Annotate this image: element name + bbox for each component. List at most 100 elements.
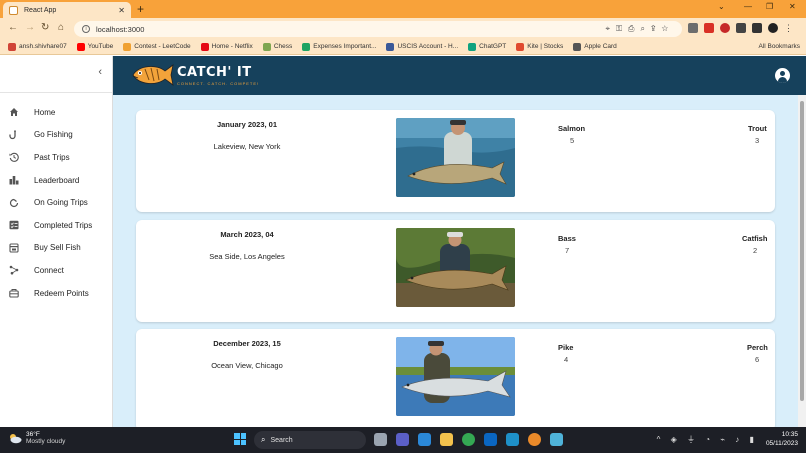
clock-time: 10:35 <box>781 431 798 438</box>
catch-fish-name: Perch <box>747 343 768 352</box>
catch-count: 6 <box>755 355 760 364</box>
react-favicon-icon <box>9 5 18 15</box>
history-icon <box>9 152 19 163</box>
sidebar-item-redeem-points[interactable]: Redeem Points <box>0 282 112 305</box>
sidebar-item-label: Buy Sell Fish <box>34 243 81 253</box>
todo-icon[interactable] <box>418 433 431 446</box>
catch-fish-name: Pike <box>558 343 574 352</box>
windows-start-icon[interactable] <box>234 433 246 445</box>
tab-close-icon[interactable]: ✕ <box>118 6 125 15</box>
sidebar-item-label: Go Fishing <box>34 130 73 140</box>
system-tray: ^ ◈ ⏚ ◔ ⌁ ♪ ▮ 10:35 05/11/2023 <box>657 430 798 448</box>
sidebar-item-leaderboard[interactable]: Leaderboard <box>0 169 112 192</box>
back-arrow-icon[interactable]: ← <box>8 22 18 33</box>
chrome-active-icon[interactable] <box>528 433 541 446</box>
extension-icon[interactable] <box>688 23 698 33</box>
clock[interactable]: 10:35 05/11/2023 <box>766 430 798 448</box>
scrollbar[interactable] <box>798 95 806 427</box>
puzzle-icon[interactable] <box>736 23 746 33</box>
bookmark-item[interactable]: YouTube <box>76 42 113 51</box>
sidebar-item-connect[interactable]: Connect <box>0 259 112 282</box>
sidebar-item-past-trips[interactable]: Past Trips <box>0 146 112 169</box>
sidebar-item-home[interactable]: Home <box>0 101 112 124</box>
ongoing-icon <box>9 198 19 208</box>
kebab-menu-icon[interactable]: ⋮ <box>784 23 793 34</box>
catch-fish-name: Catfish <box>742 234 768 243</box>
brand-logo[interactable]: CATCH' IT CONNECT. CATCH. COMPETE! <box>131 61 259 89</box>
new-tab-button[interactable]: + <box>137 2 144 16</box>
teams-icon[interactable] <box>396 433 409 446</box>
catch-count: 4 <box>564 355 569 364</box>
sidebar-item-buy-sell-fish[interactable]: Buy Sell Fish <box>0 237 112 260</box>
apple-icon <box>573 42 582 51</box>
extension-icon[interactable] <box>720 23 730 33</box>
extension-icon[interactable] <box>704 23 714 33</box>
sidebar-item-label: Past Trips <box>34 152 70 162</box>
kite-icon <box>516 42 525 51</box>
sidebar-item-completed-trips[interactable]: Completed Trips <box>0 214 112 237</box>
bookmark-item[interactable]: Chess <box>262 42 292 51</box>
sidebar-item-label: Redeem Points <box>34 288 89 298</box>
sidebar-item-label: Leaderboard <box>34 175 80 185</box>
bookmark-item[interactable]: Expenses Important... <box>302 42 376 51</box>
task-view-icon[interactable] <box>374 433 387 446</box>
bookmark-item[interactable]: Contest - LeetCode <box>123 42 191 51</box>
all-bookmarks-button[interactable]: All Bookmarks <box>758 43 800 50</box>
bookmark-item[interactable]: USCIS Account - H... <box>386 42 458 51</box>
scrollbar-thumb[interactable] <box>800 101 804 401</box>
site-info-icon[interactable]: i <box>82 25 90 33</box>
url-text: localhost:3000 <box>96 24 145 34</box>
trip-card[interactable]: March 2023, 04 Sea Side, Los Angeles Bas… <box>136 220 775 322</box>
bookmark-item[interactable]: ChatGPT <box>468 42 506 51</box>
bookmark-item[interactable]: Apple Card <box>573 42 617 51</box>
account-icon[interactable] <box>775 68 790 83</box>
taskbar-apps <box>374 433 563 446</box>
notepad-icon[interactable] <box>550 433 563 446</box>
home-icon <box>9 107 19 117</box>
address-bar[interactable]: i localhost:3000 ⌖⚿⎙⌕⇪☆ <box>74 21 682 37</box>
reload-icon[interactable]: ↻ <box>41 22 49 33</box>
trip-date: March 2023, 04 <box>220 230 274 239</box>
minimize-button[interactable]: — <box>744 2 752 11</box>
bookmark-item[interactable]: Kite | Stocks <box>516 42 563 51</box>
chess-icon <box>262 42 271 51</box>
browser-tab-strip: React App ✕ + ⌄ — ❐ ✕ <box>0 0 806 18</box>
close-window-button[interactable]: ✕ <box>789 2 796 11</box>
tab-search-chevron-icon[interactable]: ⌄ <box>718 2 725 11</box>
trip-card[interactable]: January 2023, 01 Lakeview, New York Salm… <box>136 110 775 212</box>
brand-name: CATCH' IT <box>177 64 252 80</box>
maximize-button[interactable]: ❐ <box>766 2 773 11</box>
taskbar-search[interactable]: ⌕ Search <box>254 431 366 449</box>
sidebar: ‹ Home Go Fishing Past Trips Leaderboard… <box>0 56 113 427</box>
browser-tab[interactable]: React App ✕ <box>3 2 131 18</box>
trip-card[interactable]: December 2023, 15 Ocean View, Chicago Pi… <box>136 329 775 427</box>
leaderboard-icon <box>9 175 19 185</box>
trip-location: Sea Side, Los Angeles <box>209 252 285 261</box>
address-bar-action-icons[interactable]: ⌖⚿⎙⌕⇪☆ <box>605 24 674 34</box>
catch-count: 5 <box>570 136 575 145</box>
cloud-icon <box>10 434 22 444</box>
chrome-icon[interactable] <box>462 433 475 446</box>
sidepanel-icon[interactable] <box>752 23 762 33</box>
file-explorer-icon[interactable] <box>440 433 453 446</box>
edge-icon[interactable] <box>484 433 497 446</box>
fish-logo-icon <box>132 64 174 86</box>
chevron-left-icon[interactable]: ‹ <box>98 66 102 78</box>
os-taskbar: 36°F Mostly cloudy ⌕ Search ^ ◈ ⏚ ◔ ⌁ ♪ … <box>0 427 806 453</box>
taskbar-search-label: Search <box>270 436 293 444</box>
tray-icons[interactable]: ^ ◈ ⏚ ◔ ⌁ ♪ ▮ <box>657 434 758 445</box>
bookmark-item[interactable]: ansh.shivhare07 <box>8 42 67 51</box>
sidebar-item-go-fishing[interactable]: Go Fishing <box>0 124 112 147</box>
catch-fish-name: Bass <box>558 234 576 243</box>
sidebar-header: ‹ <box>0 56 112 93</box>
forward-arrow-icon[interactable]: → <box>25 22 35 33</box>
home-browser-icon[interactable]: ⌂ <box>58 22 64 33</box>
catch-count: 7 <box>565 246 570 255</box>
sidebar-item-ongoing-trips[interactable]: On Going Trips <box>0 191 112 214</box>
youtube-icon <box>76 42 85 51</box>
profile-avatar[interactable] <box>768 23 778 33</box>
bookmark-item[interactable]: Home - Netflix <box>200 42 253 51</box>
store-icon <box>9 243 19 253</box>
weather-widget[interactable]: 36°F Mostly cloudy <box>8 431 65 445</box>
terminal-icon[interactable] <box>506 433 519 446</box>
